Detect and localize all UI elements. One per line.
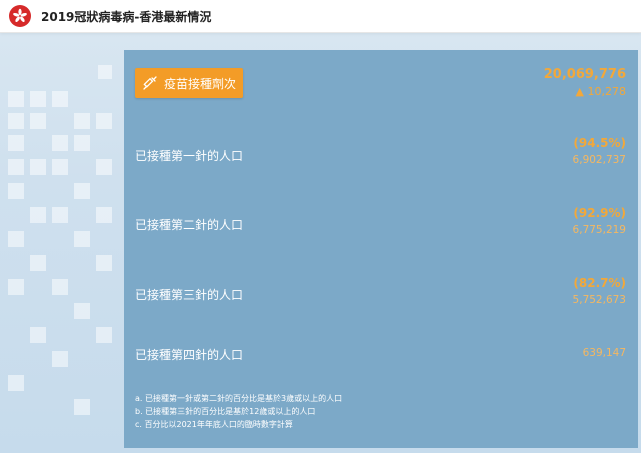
second-dose-count: 6,775,219: [572, 224, 626, 236]
app-header: 2019冠狀病毒病-香港最新情況: [0, 0, 641, 33]
vaccination-doses-button[interactable]: 疫苗接種劑次: [135, 68, 243, 98]
new-doses-delta: ▲ 10,278: [575, 85, 626, 98]
first-dose-count: 6,902,737: [572, 154, 626, 166]
fourth-dose-count: 639,147: [582, 347, 626, 359]
first-dose-label: 已接種第一針的人口: [135, 149, 244, 163]
footnote-a: a. 已接種第一針或第二針的百分比是基於3歲或以上的人口: [135, 394, 343, 403]
fourth-dose-label: 已接種第四針的人口: [135, 348, 244, 362]
hksar-emblem-icon: [9, 5, 31, 27]
footnote-c: c. 百分比以2021年年底人口的臨時數字計算: [135, 420, 293, 429]
third-dose-count: 5,752,673: [572, 294, 626, 306]
footnotes: a. 已接種第一針或第二針的百分比是基於3歲或以上的人口 b. 已接種第三針的百…: [135, 392, 342, 431]
vaccination-panel: 疫苗接種劑次 20,069,776 ▲ 10,278 已接種第一針的人口 (94…: [124, 50, 638, 448]
footnote-b: b. 已接種第三針的百分比是基於12歲或以上的人口: [135, 407, 316, 416]
first-dose-percent: (94.5%): [573, 136, 626, 150]
second-dose-label: 已接種第二針的人口: [135, 218, 244, 232]
third-dose-percent: (82.7%): [573, 276, 626, 290]
vaccination-button-label: 疫苗接種劑次: [163, 76, 236, 91]
page-title[interactable]: 2019冠狀病毒病-香港最新情況: [41, 8, 211, 25]
third-dose-label: 已接種第三針的人口: [135, 288, 244, 302]
syringe-icon: [143, 76, 157, 90]
total-doses-value: 20,069,776: [543, 67, 626, 82]
second-dose-percent: (92.9%): [573, 206, 626, 220]
